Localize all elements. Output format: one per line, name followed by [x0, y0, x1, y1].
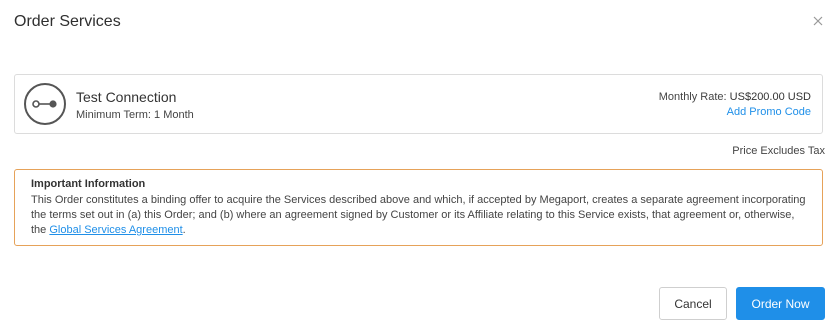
- add-promo-code-link[interactable]: Add Promo Code: [727, 106, 811, 118]
- monthly-rate: Monthly Rate: US$200.00 USD: [659, 91, 811, 103]
- close-icon[interactable]: [811, 14, 825, 28]
- service-card: Test Connection Minimum Term: 1 Month Mo…: [14, 74, 823, 134]
- monthly-rate-value: US$200.00 USD: [729, 91, 811, 103]
- cancel-button[interactable]: Cancel: [659, 287, 727, 320]
- service-name: Test Connection: [76, 89, 177, 105]
- connection-icon: [24, 83, 66, 125]
- important-information-box: Important Information This Order constit…: [14, 169, 823, 246]
- service-minimum-term: Minimum Term: 1 Month: [76, 109, 194, 121]
- info-body: This Order constitutes a binding offer t…: [31, 193, 811, 238]
- order-services-modal: Order Services Test Connection Minimum T…: [0, 0, 838, 333]
- order-now-button[interactable]: Order Now: [736, 287, 825, 320]
- price-excludes-tax-note: Price Excludes Tax: [732, 145, 825, 157]
- modal-title: Order Services: [14, 13, 121, 30]
- global-services-agreement-link[interactable]: Global Services Agreement: [49, 224, 182, 236]
- monthly-rate-label: Monthly Rate:: [658, 91, 727, 103]
- info-body-end: .: [182, 224, 186, 236]
- info-heading: Important Information: [31, 178, 146, 190]
